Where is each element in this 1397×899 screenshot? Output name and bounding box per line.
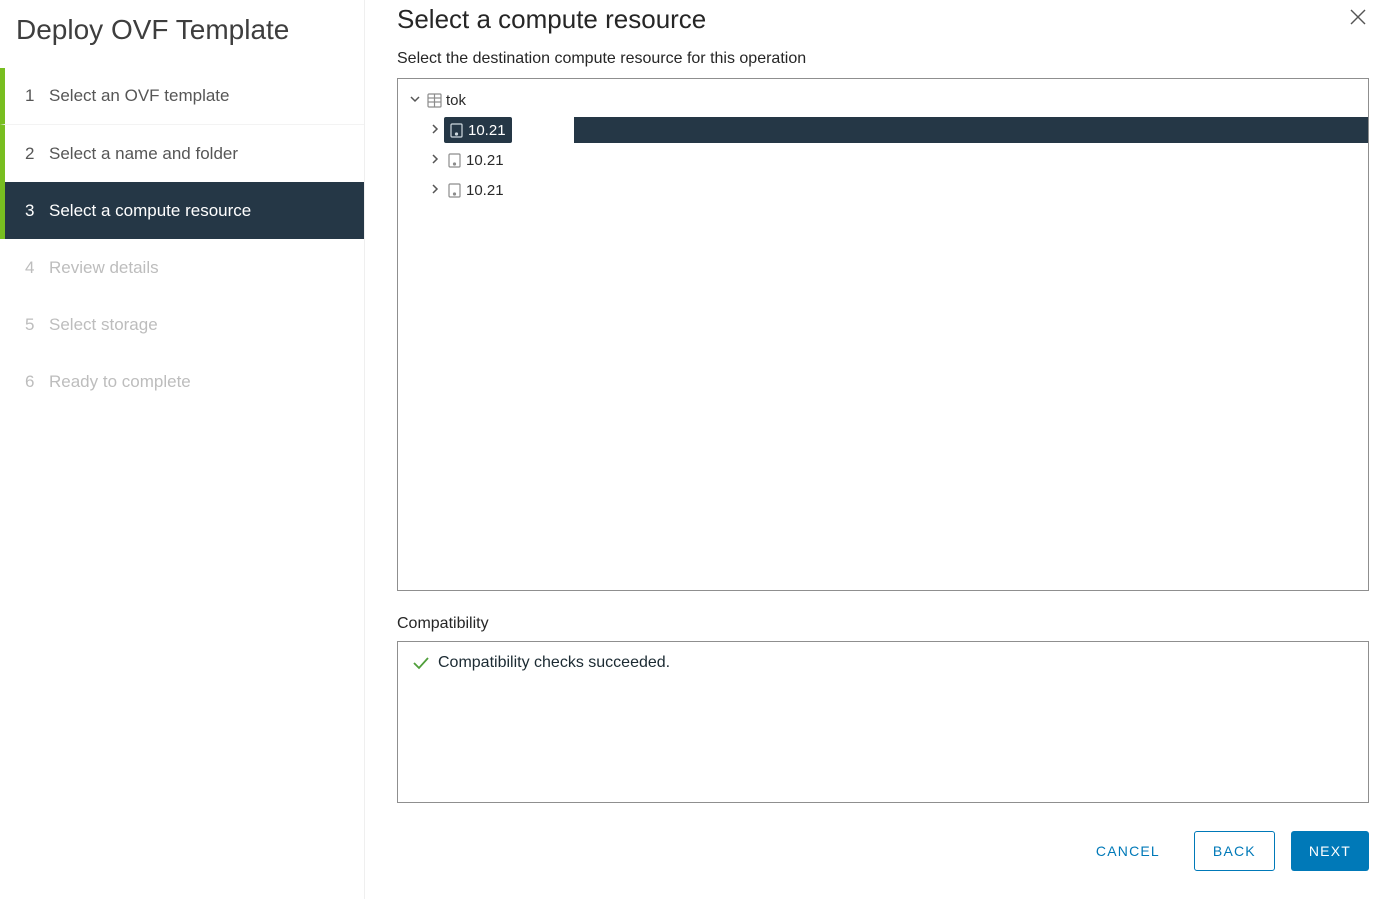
chevron-right-icon[interactable] — [428, 183, 442, 197]
step-label: Select a name and folder — [49, 144, 238, 164]
wizard-main: Select a compute resource Select the des… — [365, 0, 1397, 899]
deploy-ovf-wizard: Deploy OVF Template 1 Select an OVF temp… — [0, 0, 1397, 899]
datacenter-icon — [426, 92, 442, 108]
wizard-title: Deploy OVF Template — [0, 8, 364, 68]
step-label: Select an OVF template — [49, 86, 229, 106]
tree-node-host[interactable]: 10.21 — [398, 145, 1368, 175]
step-6: 6 Ready to complete — [0, 353, 364, 410]
step-number: 3 — [25, 201, 49, 221]
next-button[interactable]: NEXT — [1291, 831, 1369, 871]
cancel-button[interactable]: CANCEL — [1078, 831, 1178, 871]
host-icon — [446, 182, 462, 198]
tree-node-host[interactable]: 10.21 — [398, 115, 1368, 145]
step-1[interactable]: 1 Select an OVF template — [0, 68, 364, 125]
close-icon[interactable] — [1347, 2, 1369, 36]
page-subtitle: Select the destination compute resource … — [397, 50, 1369, 68]
step-number: 5 — [25, 315, 49, 335]
step-label: Review details — [49, 258, 159, 278]
page-title: Select a compute resource — [397, 4, 706, 35]
host-icon — [448, 122, 464, 138]
step-label: Select storage — [49, 315, 158, 335]
selection-bar — [574, 117, 1368, 143]
step-4: 4 Review details — [0, 239, 364, 296]
tree-node-label: 10.21 — [468, 122, 506, 139]
step-3[interactable]: 3 Select a compute resource — [0, 182, 364, 239]
compute-resource-tree[interactable]: tok 10.21 — [397, 78, 1369, 591]
compatibility-heading: Compatibility — [397, 615, 1369, 633]
wizard-footer: CANCEL BACK NEXT — [1078, 831, 1369, 871]
chevron-right-icon[interactable] — [428, 153, 442, 167]
chevron-right-icon[interactable] — [428, 123, 442, 137]
step-label: Select a compute resource — [49, 201, 251, 221]
tree-node-label: 10.21 — [466, 152, 504, 169]
chevron-down-icon[interactable] — [408, 93, 422, 107]
tree-node-datacenter[interactable]: tok — [398, 85, 1368, 115]
tree-node-host[interactable]: 10.21 — [398, 175, 1368, 205]
host-icon — [446, 152, 462, 168]
step-5: 5 Select storage — [0, 296, 364, 353]
tree-node-label: tok — [446, 92, 466, 109]
main-header: Select a compute resource — [397, 2, 1369, 36]
compatibility-message: Compatibility checks succeeded. — [438, 654, 670, 672]
wizard-steps: 1 Select an OVF template 2 Select a name… — [0, 68, 364, 410]
step-number: 4 — [25, 258, 49, 278]
step-number: 2 — [25, 144, 49, 164]
step-2[interactable]: 2 Select a name and folder — [0, 125, 364, 182]
back-button[interactable]: BACK — [1194, 831, 1275, 871]
step-number: 6 — [25, 372, 49, 392]
step-label: Ready to complete — [49, 372, 191, 392]
step-number: 1 — [25, 86, 49, 106]
check-icon — [412, 656, 430, 675]
tree-node-label: 10.21 — [466, 182, 504, 199]
compatibility-panel: Compatibility checks succeeded. — [397, 641, 1369, 803]
wizard-sidebar: Deploy OVF Template 1 Select an OVF temp… — [0, 0, 365, 899]
